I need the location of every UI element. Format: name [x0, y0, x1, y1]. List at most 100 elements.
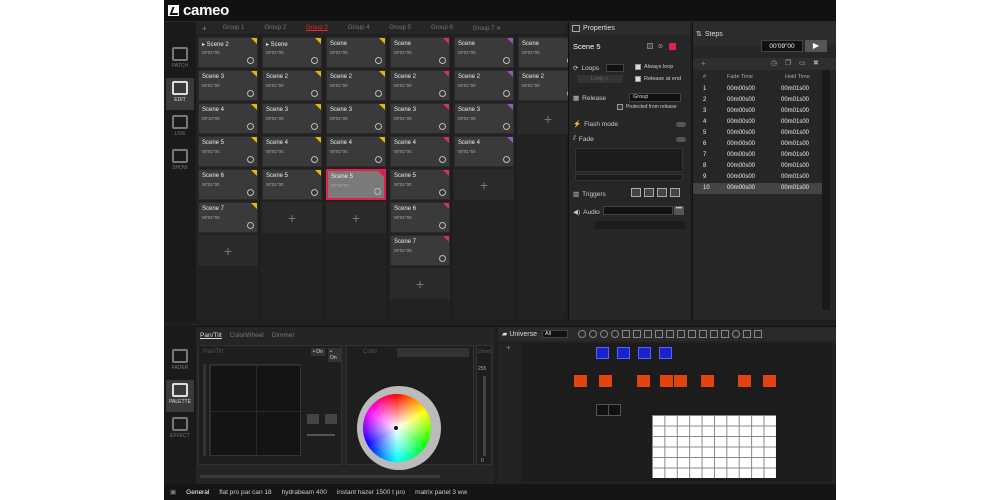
fixture-blue-2[interactable] — [617, 347, 630, 359]
nav-live[interactable]: LIVE — [166, 112, 194, 144]
pan-tilt-reset-icon[interactable] — [325, 414, 337, 424]
add-group-tab[interactable]: + — [196, 24, 213, 33]
audio-input[interactable] — [603, 206, 673, 215]
release-at-end-row[interactable]: Release at end — [635, 76, 681, 82]
tilt-on-toggle[interactable]: • On — [328, 348, 341, 362]
fade-toggle[interactable] — [676, 137, 686, 142]
status-item-1[interactable]: flat pro par can 18 — [219, 489, 271, 496]
flash-toggle[interactable] — [676, 122, 686, 127]
select-icon[interactable] — [633, 330, 641, 338]
palette-scrollbar[interactable] — [200, 475, 440, 478]
protected-checkbox[interactable] — [617, 104, 623, 110]
scene-tile[interactable]: Scene 3 00'01"00 — [262, 103, 322, 134]
snap-icon[interactable] — [710, 330, 718, 338]
scene-tile[interactable]: Scene 5 00'01"00 — [262, 169, 322, 200]
fixture-orange-8[interactable] — [763, 375, 776, 387]
clock-icon[interactable]: ◷ — [771, 59, 777, 67]
scene-tile[interactable]: ▸ Scene 00'01"00 — [262, 37, 322, 68]
copy-icon[interactable]: ❐ — [785, 59, 791, 67]
pan-tilt-fine-slider[interactable] — [203, 364, 206, 456]
always-loop-row[interactable]: Always loop — [635, 64, 673, 70]
zoom-in-icon[interactable] — [578, 330, 586, 338]
scene-tile[interactable]: Scene 4 00'01"00 — [326, 136, 386, 167]
scene-tile[interactable]: Scene 6 00'01"00 — [198, 169, 258, 200]
scene-tile[interactable]: Scene 00'01"00 — [326, 37, 386, 68]
play-button[interactable]: ▶ — [805, 40, 827, 52]
group-icon[interactable] — [655, 330, 663, 338]
scene-tile[interactable]: Scene 5 00'01"00 — [198, 136, 258, 167]
add-scene-button[interactable]: + — [262, 202, 322, 233]
flip-icon[interactable] — [721, 330, 729, 338]
scene-tile[interactable]: Scene 7 00'01"00 — [390, 235, 450, 266]
step-row[interactable]: 7 00m00s00 00m01s00 — [693, 150, 822, 161]
lock-icon[interactable] — [743, 330, 751, 338]
scene-tile[interactable]: Scene 7 00'01"00 — [198, 202, 258, 233]
dimmer-slider[interactable] — [483, 376, 486, 456]
zoom-out-icon[interactable] — [589, 330, 597, 338]
tab-group-5[interactable]: Group 5 — [379, 25, 421, 31]
tab-colorwheel[interactable]: ColorWheel — [230, 332, 264, 339]
step-row[interactable]: 2 00m00s00 00m01s00 — [693, 95, 822, 106]
step-row[interactable]: 3 00m00s00 00m01s00 — [693, 106, 822, 117]
power-icon[interactable] — [732, 330, 740, 338]
scene-tile[interactable]: Scene 3 00'01"00 — [198, 70, 258, 101]
pan-on-toggle[interactable]: • On — [311, 348, 325, 356]
release-at-end-checkbox[interactable] — [635, 76, 641, 82]
fixture-orange-3[interactable] — [637, 375, 650, 387]
pan-tilt-grid-icon[interactable] — [307, 414, 319, 424]
color-swatch[interactable] — [669, 43, 676, 50]
matrix-icon[interactable] — [699, 330, 707, 338]
eye-off-icon[interactable]: ⊘ — [658, 43, 663, 50]
pan-tilt-pad[interactable] — [209, 364, 301, 456]
tab-group-4[interactable]: Group 4 — [338, 25, 380, 31]
audio-more-button[interactable]: ••• — [674, 206, 684, 215]
fit-icon[interactable] — [600, 330, 608, 338]
grid-icon[interactable] — [644, 330, 652, 338]
add-scene-button[interactable]: + — [198, 235, 258, 266]
tab-group-7[interactable]: Group 7 ✕ — [463, 25, 511, 32]
universe-select[interactable]: All — [542, 330, 568, 338]
step-row[interactable]: 1 00m00s00 00m01s00 — [693, 84, 822, 95]
steps-scrollbar[interactable] — [822, 70, 830, 310]
fixture-orange-7[interactable] — [738, 375, 751, 387]
add-step-icon[interactable]: + — [701, 59, 706, 68]
scene-tile[interactable]: Scene 2 00'01"00 — [390, 70, 450, 101]
clock-trigger-icon[interactable] — [657, 188, 667, 197]
nav-patch[interactable]: PATCH — [166, 44, 194, 76]
status-item-3[interactable]: instant hazer 1500 t pro — [337, 489, 405, 496]
scene-tile[interactable]: Scene 00'01"00 — [454, 37, 514, 68]
scene-tile[interactable]: Scene 2 00'01"00 — [454, 70, 514, 101]
add-scene-button[interactable]: + — [326, 202, 386, 233]
scene-tile[interactable]: Scene 6 00'01"00 — [390, 202, 450, 233]
loop-button[interactable]: Loop ∞ — [577, 75, 623, 83]
step-row[interactable]: 9 00m00s00 00m01s00 — [693, 172, 822, 183]
scene-tile[interactable]: Scene 3 00'01"00 — [390, 103, 450, 134]
scene-tile[interactable]: Scene 4 00'01"00 — [390, 136, 450, 167]
tab-group-3[interactable]: Group 3 — [296, 25, 338, 31]
scene-tile[interactable]: Scene 4 00'10"00 — [198, 103, 258, 134]
nav-show[interactable]: SHOW — [166, 146, 194, 178]
nav-effect[interactable]: EFFECT — [166, 414, 194, 446]
add-scene-button[interactable]: + — [390, 268, 450, 299]
status-item-0[interactable]: General — [186, 489, 209, 496]
layout-icon[interactable] — [688, 330, 696, 338]
distribute-icon[interactable] — [677, 330, 685, 338]
add-fixture-icon[interactable]: + — [506, 343, 511, 352]
midi-trigger-icon[interactable] — [631, 188, 641, 197]
scene-tile[interactable]: Scene 5 00'10"00 — [326, 169, 386, 200]
nav-edit[interactable]: EDIT — [166, 78, 194, 110]
scene-tile[interactable]: Scene 2 00'01"00 — [262, 70, 322, 101]
speed-slider[interactable] — [307, 434, 335, 436]
dmx-trigger-icon[interactable] — [644, 188, 654, 197]
align-icon[interactable] — [666, 330, 674, 338]
delete-icon[interactable]: ✖ — [813, 59, 819, 67]
scene-tile[interactable]: Scene 5 00'01"00 — [390, 169, 450, 200]
step-row[interactable]: 5 00m00s00 00m01s00 — [693, 128, 822, 139]
tab-group-6[interactable]: Group 6 — [421, 25, 463, 31]
move-icon[interactable] — [622, 330, 630, 338]
fixture-orange-4[interactable] — [660, 375, 673, 387]
fixture-blue-3[interactable] — [638, 347, 651, 359]
release-select[interactable]: Group — [629, 93, 681, 102]
paste-icon[interactable]: ▭ — [799, 59, 806, 67]
scene-tile[interactable]: Scene 3 00'01"00 — [326, 103, 386, 134]
